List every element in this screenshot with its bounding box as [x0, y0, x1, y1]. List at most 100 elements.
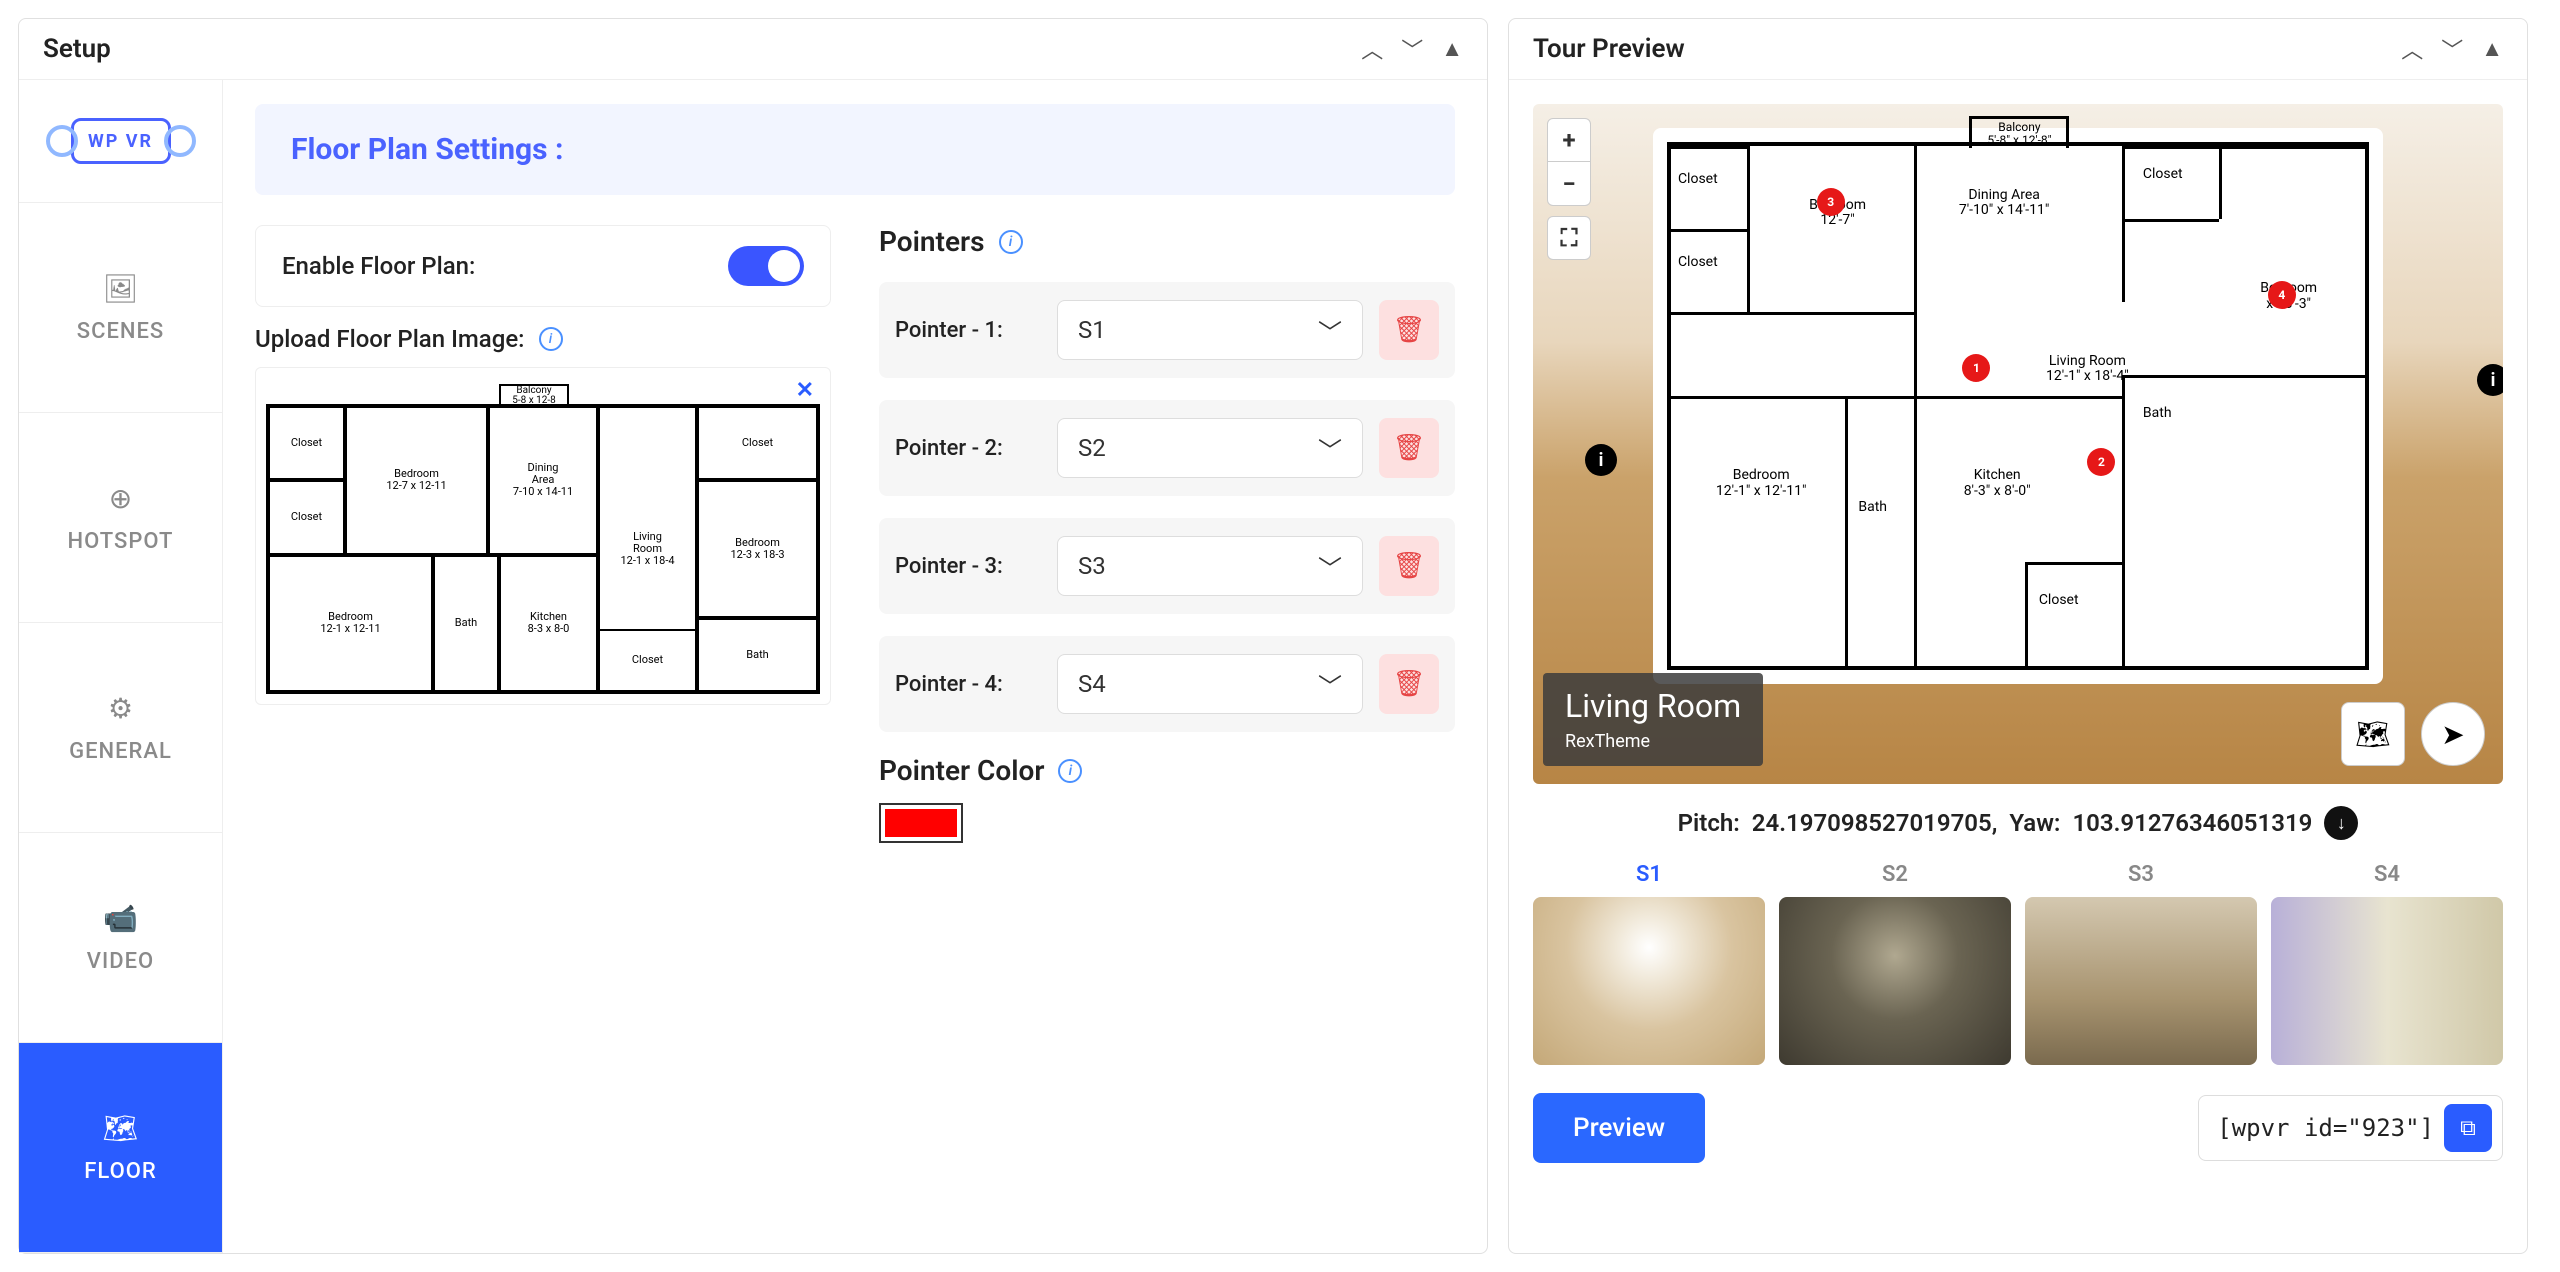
- viewer-right-controls: 🗺 ➤: [2341, 702, 2485, 766]
- nav-general-label: GENERAL: [69, 739, 172, 764]
- panel-up-icon[interactable]: ︿: [2401, 33, 2423, 65]
- trash-icon: 🗑: [1392, 669, 1425, 699]
- floorplan-pointer-1[interactable]: 1: [1962, 354, 1990, 382]
- scene-thumb-s1[interactable]: S1: [1533, 862, 1765, 1065]
- nav-floor[interactable]: 🗺 FLOOR: [19, 1043, 222, 1253]
- pointer-color-swatch[interactable]: [879, 803, 963, 843]
- pointer-2-delete[interactable]: 🗑: [1379, 418, 1439, 478]
- pointer-row-3: Pointer - 3: S3 ﹀ 🗑: [879, 518, 1455, 614]
- preview-panel-header: Tour Preview ︿ ﹀ ▲: [1509, 19, 2527, 80]
- floorplan-thumbnail[interactable]: Balcony5-8 x 12-8 Closet Closet Bedroom1…: [266, 404, 820, 694]
- setup-title: Setup: [43, 34, 111, 64]
- floorplan-big[interactable]: Balcony5'-8" x 12'-8": [1667, 142, 2369, 670]
- fullscreen-button[interactable]: ⛶: [1547, 216, 1591, 260]
- pointer-row-1: Pointer - 1: S1 ﹀ 🗑: [879, 282, 1455, 378]
- logo: WP VR: [19, 80, 222, 203]
- floorplan-pointer-4[interactable]: 4: [2268, 281, 2296, 309]
- scene-thumb-s4[interactable]: S4: [2271, 862, 2503, 1065]
- setup-right-col: Pointers i Pointer - 1: S1 ﹀ 🗑 Pointer -…: [879, 225, 1455, 843]
- pitch-label: Pitch:: [1678, 809, 1740, 837]
- panel-down-icon[interactable]: ﹀: [2441, 33, 2463, 65]
- panel-collapse-icon[interactable]: ▲: [2481, 36, 2503, 62]
- scene-s3-image: [2025, 897, 2257, 1065]
- upload-remove-icon[interactable]: ✕: [796, 378, 814, 403]
- chevron-down-icon: ﹀: [1318, 549, 1342, 584]
- pointer-4-value: S4: [1078, 670, 1106, 698]
- shortcode-text: [wpvr id="923"]: [2217, 1114, 2434, 1142]
- copy-pitch-yaw-button[interactable]: ↓: [2324, 806, 2358, 840]
- pointer-color-label: Pointer Color: [879, 754, 1044, 787]
- scene-thumb-s3[interactable]: S3: [2025, 862, 2257, 1065]
- zoom-in-button[interactable]: +: [1547, 118, 1591, 162]
- upload-preview: ✕ Balcony5-8 x 12-8 Closet Closet Bedroo…: [255, 367, 831, 705]
- preview-button[interactable]: Preview: [1533, 1093, 1705, 1163]
- viewer-scene-author: RexTheme: [1565, 731, 1741, 752]
- pointer-row-2: Pointer - 2: S2 ﹀ 🗑: [879, 400, 1455, 496]
- setup-main: Floor Plan Settings : Enable Floor Plan:…: [223, 80, 1487, 1253]
- pointer-4-delete[interactable]: 🗑: [1379, 654, 1439, 714]
- pitch-value: 24.197098527019705,: [1752, 809, 1998, 837]
- pointer-3-select[interactable]: S3 ﹀: [1057, 536, 1363, 596]
- info-icon[interactable]: i: [539, 327, 563, 351]
- copy-shortcode-button[interactable]: ⧉: [2444, 1104, 2492, 1152]
- enable-floorplan-label: Enable Floor Plan:: [282, 252, 475, 280]
- fp-bath-l: Bath: [1858, 500, 1887, 515]
- scene-s1-label: S1: [1533, 862, 1765, 887]
- fp-balcony: Balcony: [1998, 120, 2040, 134]
- pointer-3-value: S3: [1078, 552, 1106, 580]
- preview-panel-controls: ︿ ﹀ ▲: [2401, 33, 2503, 65]
- chevron-down-icon: ﹀: [1318, 667, 1342, 702]
- nav-hotspot[interactable]: ⊕ HOTSPOT: [19, 413, 222, 623]
- map-icon: 🗺: [103, 1112, 139, 1145]
- fp-living: Living Room: [2049, 353, 2126, 369]
- info-icon[interactable]: i: [999, 230, 1023, 254]
- nav-video-label: VIDEO: [87, 949, 154, 974]
- pointer-2-label: Pointer - 2:: [895, 436, 1041, 461]
- panorama-viewer[interactable]: + − ⛶ i i Balcony5'-8" x 12'-8": [1533, 104, 2503, 784]
- info-icon[interactable]: i: [1058, 759, 1082, 783]
- info-hotspot-left[interactable]: i: [1585, 444, 1617, 476]
- pointers-title-row: Pointers i: [879, 225, 1455, 258]
- setup-panel: Setup ︿ ﹀ ▲ WP VR 🖼 SCENES ⊕ HOTSPOT ⚙ G…: [18, 18, 1488, 1254]
- pointers-title: Pointers: [879, 225, 985, 258]
- setup-panel-header: Setup ︿ ﹀ ▲: [19, 19, 1487, 80]
- pointer-1-select[interactable]: S1 ﹀: [1057, 300, 1363, 360]
- panel-down-icon[interactable]: ﹀: [1401, 33, 1423, 65]
- nav-scenes[interactable]: 🖼 SCENES: [19, 203, 222, 413]
- image-icon: 🖼: [103, 272, 139, 305]
- viewer-caption: Living Room RexTheme: [1543, 673, 1763, 766]
- fp-closet-3: Closet: [2143, 167, 2183, 182]
- scene-s4-image: [2271, 897, 2503, 1065]
- fp-dining-dim: 7'-10" x 14'-11": [1959, 202, 2050, 218]
- pointer-2-select[interactable]: S2 ﹀: [1057, 418, 1363, 478]
- pointer-4-select[interactable]: S4 ﹀: [1057, 654, 1363, 714]
- upload-label: Upload Floor Plan Image:: [255, 325, 525, 353]
- fp-bedroom-bl: Bedroom: [1733, 467, 1790, 483]
- scene-thumb-s2[interactable]: S2: [1779, 862, 2011, 1065]
- nav-scenes-label: SCENES: [77, 319, 164, 344]
- floorplan-pointer-3[interactable]: 3: [1817, 188, 1845, 216]
- panel-collapse-icon[interactable]: ▲: [1441, 36, 1463, 62]
- fp-kitchen: Kitchen: [1974, 467, 2021, 483]
- fp-kitchen-dim: 8'-3" x 8'-0": [1964, 483, 2031, 499]
- floorplan-toggle-button[interactable]: 🗺: [2341, 702, 2405, 766]
- floorplan-overlay: Balcony5'-8" x 12'-8": [1653, 128, 2383, 684]
- panel-up-icon[interactable]: ︿: [1361, 33, 1383, 65]
- fp-closet-1: Closet: [1678, 172, 1718, 187]
- scene-s4-label: S4: [2271, 862, 2503, 887]
- scene-s1-image: [1533, 897, 1765, 1065]
- compass-button[interactable]: ➤: [2421, 702, 2485, 766]
- trash-icon: 🗑: [1392, 315, 1425, 345]
- zoom-out-button[interactable]: −: [1547, 162, 1591, 206]
- pointer-3-delete[interactable]: 🗑: [1379, 536, 1439, 596]
- floorplan-pointer-2[interactable]: 2: [2087, 448, 2115, 476]
- info-hotspot-right[interactable]: i: [2477, 364, 2503, 396]
- pointer-3-label: Pointer - 3:: [895, 554, 1041, 579]
- nav-general[interactable]: ⚙ GENERAL: [19, 623, 222, 833]
- trash-icon: 🗑: [1392, 433, 1425, 463]
- pointer-1-delete[interactable]: 🗑: [1379, 300, 1439, 360]
- enable-floorplan-toggle[interactable]: [728, 246, 804, 286]
- nav-video[interactable]: 📹 VIDEO: [19, 833, 222, 1043]
- upload-label-row: Upload Floor Plan Image: i: [255, 325, 831, 353]
- fp-closet-4: Closet: [2039, 593, 2079, 608]
